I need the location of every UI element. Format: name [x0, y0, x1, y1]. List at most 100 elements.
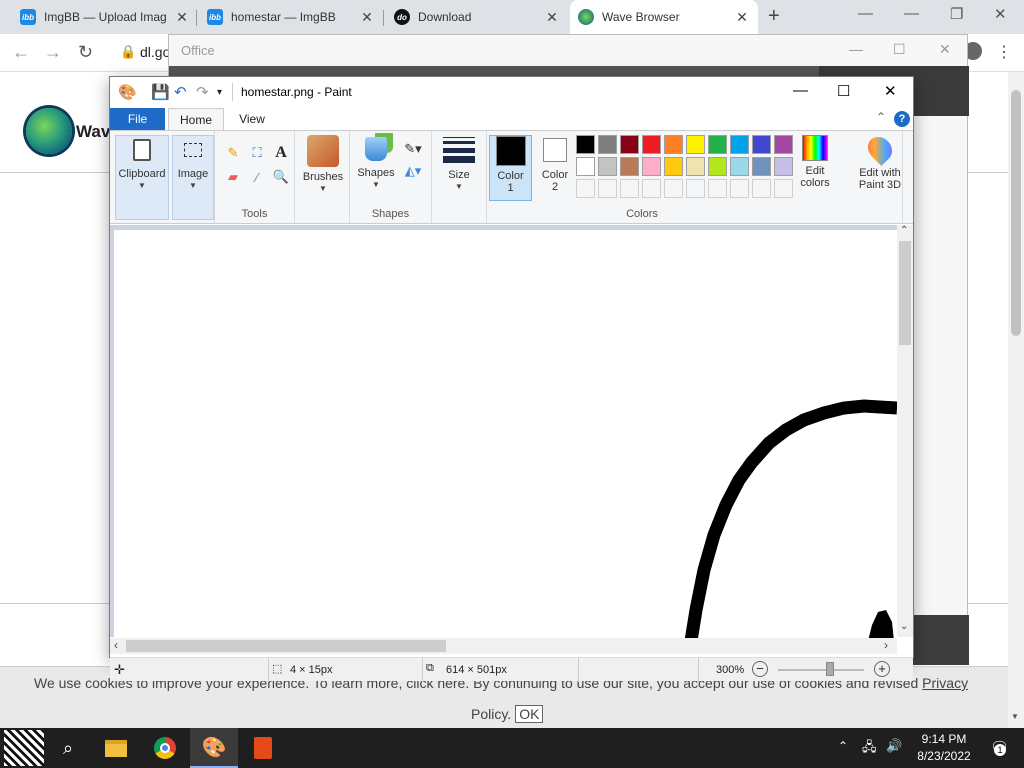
palette-swatch[interactable] [686, 135, 705, 154]
minimize-icon[interactable]: — [904, 5, 919, 22]
ok-button[interactable]: OK [515, 705, 544, 723]
canvas-horizontal-scrollbar[interactable]: ‹ › [110, 638, 897, 654]
palette-swatch[interactable] [774, 135, 793, 154]
tab-view[interactable]: View [230, 108, 274, 130]
palette-swatch[interactable] [730, 179, 749, 198]
palette-swatch[interactable] [774, 179, 793, 198]
zoom-slider-track[interactable] [778, 669, 864, 671]
tab-download[interactable]: do Download ✕ [386, 0, 568, 34]
url-text[interactable]: dl.go [140, 44, 170, 60]
pencil-icon[interactable]: ✎ [223, 143, 243, 163]
redo-icon[interactable]: ↷ [196, 83, 209, 101]
palette-swatch[interactable] [576, 135, 595, 154]
outline-icon[interactable]: ✎▾ [400, 139, 426, 159]
palette-swatch[interactable] [708, 179, 727, 198]
tab-homestar-imgbb[interactable]: ibb homestar — ImgBB ✕ [199, 0, 383, 34]
palette-swatch[interactable] [620, 179, 639, 198]
palette-swatch[interactable] [576, 157, 595, 176]
close-icon[interactable]: ✕ [994, 5, 1007, 23]
scroll-right-icon[interactable]: › [884, 638, 888, 652]
tab-imgbb-upload[interactable]: ibb ImgBB — Upload Imag ✕ [12, 0, 198, 34]
size-button[interactable]: Size ▼ [438, 135, 480, 191]
palette-swatch[interactable] [708, 135, 727, 154]
edit-colors-button[interactable]: Edit colors [795, 135, 835, 189]
shapes-button[interactable]: Shapes ▼ [354, 135, 398, 189]
close-icon[interactable]: ✕ [544, 9, 560, 26]
minimize-icon[interactable]: — [849, 41, 863, 57]
maximize-icon[interactable]: ☐ [893, 41, 906, 58]
show-hidden-icons-icon[interactable]: ⌃ [838, 739, 848, 753]
paint-window[interactable]: 🎨 💾 ↶ ↷ ▾ homestar.png - Paint — ☐ ✕ Fil… [109, 76, 914, 682]
new-tab-button[interactable]: + [768, 5, 780, 28]
palette-swatch[interactable] [576, 179, 595, 198]
text-icon[interactable]: A [271, 143, 291, 163]
scroll-down-icon[interactable]: ▼ [1011, 712, 1019, 721]
fill-icon[interactable]: ⛶ [247, 143, 267, 163]
fill-shape-icon[interactable]: ◭▾ [400, 161, 426, 181]
eraser-icon[interactable]: ▰ [223, 167, 243, 187]
search-icon[interactable]: ⌕ [44, 728, 92, 768]
palette-swatch[interactable] [708, 157, 727, 176]
volume-icon[interactable]: 🔊 [886, 738, 902, 754]
palette-swatch[interactable] [752, 157, 771, 176]
color2-button[interactable]: Color 2 [535, 135, 575, 193]
brushes-button[interactable]: Brushes ▼ [299, 135, 347, 193]
close-icon[interactable]: ✕ [939, 41, 951, 58]
palette-swatch[interactable] [664, 179, 683, 198]
close-icon[interactable]: ✕ [884, 82, 897, 100]
palette-swatch[interactable] [598, 179, 617, 198]
palette-swatch[interactable] [752, 179, 771, 198]
privacy-link[interactable]: Privacy [922, 675, 968, 691]
file-explorer-icon[interactable] [92, 728, 140, 768]
palette-swatch[interactable] [730, 135, 749, 154]
minimize-icon[interactable]: — [858, 5, 873, 22]
palette-swatch[interactable] [642, 157, 661, 176]
color1-button[interactable]: Color 1 [489, 135, 532, 201]
paint-taskbar-icon[interactable]: 🎨 [190, 728, 238, 768]
collapse-ribbon-icon[interactable]: ⌃ [876, 110, 886, 124]
palette-swatch[interactable] [642, 179, 661, 198]
zoom-out-button[interactable]: − [752, 661, 768, 677]
maximize-icon[interactable]: ☐ [837, 82, 850, 100]
chrome-icon[interactable] [141, 728, 189, 768]
zoom-slider-thumb[interactable] [826, 662, 834, 676]
palette-swatch[interactable] [598, 157, 617, 176]
tab-home[interactable]: Home [168, 108, 224, 130]
palette-swatch[interactable] [686, 179, 705, 198]
palette-swatch[interactable] [730, 157, 749, 176]
palette-swatch[interactable] [664, 135, 683, 154]
restore-icon[interactable]: ❐ [950, 5, 963, 23]
scroll-up-icon[interactable]: ⌃ [900, 225, 908, 236]
menu-kebab-icon[interactable]: ⋮ [996, 42, 1012, 62]
close-icon[interactable]: ✕ [734, 9, 750, 26]
clock-date[interactable]: 8/23/2022 [914, 749, 974, 763]
close-icon[interactable]: ✕ [359, 9, 375, 26]
scroll-left-icon[interactable]: ‹ [114, 638, 118, 652]
palette-swatch[interactable] [752, 135, 771, 154]
forward-icon[interactable]: → [44, 42, 62, 63]
palette-swatch[interactable] [774, 157, 793, 176]
clipboard-button[interactable]: Clipboard ▼ [115, 135, 169, 220]
minimize-icon[interactable]: — [793, 82, 808, 99]
zoom-in-button[interactable]: + [874, 661, 890, 677]
drawing-canvas[interactable] [114, 230, 897, 641]
clock-time[interactable]: 9:14 PM [914, 732, 974, 746]
help-icon[interactable]: ? [894, 111, 910, 127]
start-button[interactable] [0, 728, 48, 768]
close-icon[interactable]: ✕ [174, 9, 190, 26]
tab-wave-browser[interactable]: Wave Browser ✕ [570, 0, 758, 34]
save-icon[interactable]: 💾 [151, 83, 170, 101]
palette-swatch[interactable] [620, 157, 639, 176]
image-button[interactable]: Image ▼ [172, 135, 214, 220]
color-picker-icon[interactable]: ⁄ [247, 167, 267, 187]
palette-swatch[interactable] [598, 135, 617, 154]
canvas-vertical-scrollbar[interactable]: ⌃ ⌄ [897, 225, 913, 637]
edit-with-paint3d-button[interactable]: Edit with Paint 3D [847, 132, 913, 191]
palette-swatch[interactable] [642, 135, 661, 154]
network-icon[interactable]: 🖧 [862, 738, 877, 760]
magnifier-icon[interactable]: 🔍 [271, 167, 291, 187]
palette-swatch[interactable] [686, 157, 705, 176]
page-scrollbar[interactable]: ▼ [1008, 72, 1024, 728]
undo-icon[interactable]: ↶ [174, 83, 187, 101]
back-icon[interactable]: ← [12, 42, 30, 63]
